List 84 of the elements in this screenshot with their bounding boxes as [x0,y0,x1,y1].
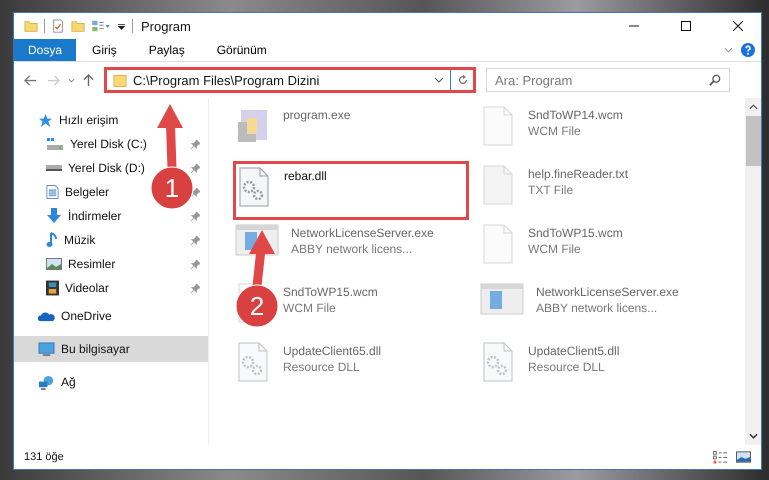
file-type: ABBY network licens... [536,301,658,315]
customize-toolbar-icon[interactable] [117,22,126,30]
document-icon [46,184,59,200]
file-name: NetworkLicenseServer.exe [536,285,679,299]
drive-icon [46,137,64,151]
music-note-icon [46,232,58,248]
scroll-up-icon[interactable] [748,104,758,110]
ribbon-tab[interactable]: Görünüm [200,39,283,61]
file-type: WCM File [528,242,582,256]
folder-icon [113,72,127,88]
nav-item[interactable]: Hızlı erişim [14,108,118,132]
nav-item[interactable]: Müzik [14,228,96,252]
callout-arrow [157,104,183,168]
expand-ribbon-icon[interactable] [724,47,733,53]
nav-item[interactable]: Yerel Disk (D:) [14,156,145,180]
file-name: UpdateClient5.dll [528,344,620,358]
ribbon-tab[interactable]: Giriş [76,39,133,61]
application-window-icon [480,283,524,315]
file-name: SndToWP15.wcm [528,226,623,240]
file-name: NetworkLicenseServer.exe [291,226,434,240]
file-type: ABBY network licens... [291,242,414,256]
pin-icon[interactable] [191,236,200,244]
highlighted-file-item[interactable]: rebar.dll [233,161,469,220]
nav-item[interactable]: İndirmeler [14,204,122,228]
maximize-icon [681,21,691,31]
file-name: rebar.dll [284,169,327,183]
scroll-down-icon[interactable] [748,433,758,439]
callout-arrow [249,230,275,286]
help-icon[interactable] [741,43,755,57]
file-type: WCM File [283,301,337,315]
file-type: Resource DLL [528,360,606,374]
large-icons-view-icon[interactable] [736,451,751,463]
pin-icon[interactable] [191,284,200,292]
pin-icon[interactable] [191,260,200,268]
nav-item[interactable]: Ağ [14,370,76,394]
file-type: WCM File [528,124,582,138]
recent-locations-icon[interactable] [68,78,75,82]
nav-item[interactable]: Belgeler [14,180,110,204]
window-title: Program [141,18,191,34]
properties-icon[interactable] [51,19,65,33]
dropdown-caret-icon[interactable] [434,77,444,83]
cloud-icon [38,310,55,322]
nav-item[interactable]: Yerel Disk (C:) [14,132,147,156]
pin-icon[interactable] [191,212,200,220]
step-number: 2 [250,291,264,321]
pin-icon[interactable] [191,164,200,172]
back-arrow-icon[interactable] [24,74,37,86]
nav-item[interactable]: Resimler [14,252,116,276]
view-dropdown-icon[interactable] [91,19,111,33]
scrollbar[interactable] [745,98,761,445]
file-name: UpdateClient65.dll [283,344,382,358]
computer-icon [38,342,55,356]
star-icon [38,112,53,128]
item-count: 131 öğe [24,451,64,463]
ribbon-tab[interactable]: Dosya [14,39,76,61]
up-arrow-icon[interactable] [83,74,94,86]
details-view-icon[interactable] [713,450,728,464]
step-badge [150,166,194,210]
search-icon [709,74,721,86]
file-type: TXT File [528,183,574,197]
file-type: Resource DLL [283,360,361,374]
nav-item[interactable]: OneDrive [14,304,112,328]
pin-icon[interactable] [191,140,200,148]
picture-icon [46,258,62,270]
pin-icon[interactable] [191,188,200,196]
address-bar[interactable]: C:\Program Files\Program Dizini [104,67,476,93]
step-badge [236,284,278,328]
nav-item[interactable]: Videolar [14,276,109,300]
scroll-thumb[interactable] [746,116,760,166]
refresh-icon[interactable] [457,74,469,86]
search-field[interactable]: Ara: Program [486,68,730,92]
network-icon [38,374,55,390]
nav-item[interactable]: Bu bilgisayar [14,336,208,362]
file-name: SndToWP14.wcm [528,108,623,122]
close-icon [733,21,743,31]
ribbon-tab[interactable]: Paylaş [132,39,201,61]
file-name: program.exe [283,108,350,122]
address-path: C:\Program Files\Program Dizini [133,72,320,88]
step-number: 1 [164,173,180,203]
film-icon [46,280,59,296]
file-name: help.fineReader.txt [528,167,628,181]
file-name: SndToWP15.wcm [283,285,378,299]
drive-icon [46,165,62,171]
download-arrow-icon [46,208,62,224]
